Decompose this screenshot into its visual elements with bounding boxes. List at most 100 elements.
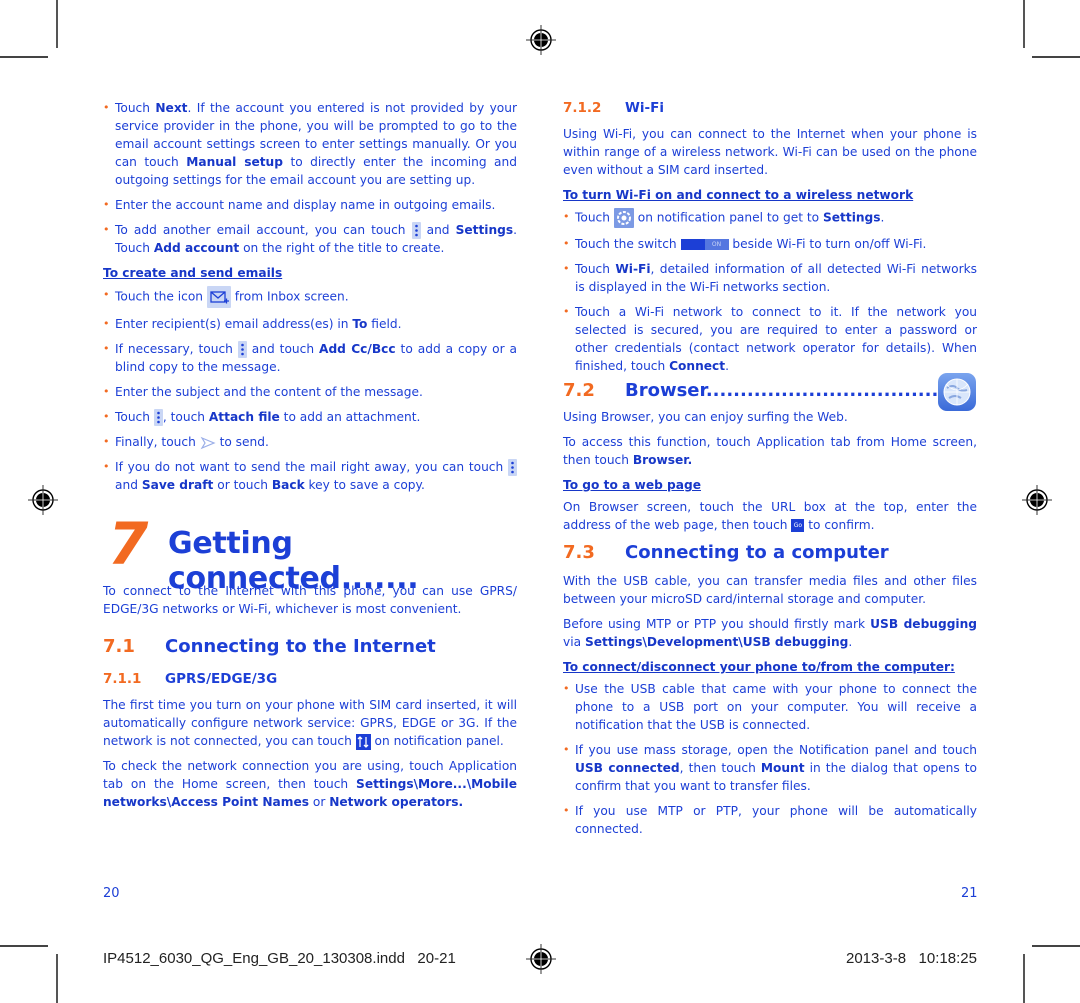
- list-item: Touch on notification panel to get to Se…: [563, 208, 977, 228]
- compose-email-icon: [206, 286, 231, 308]
- paragraph: On Browser screen, touch the URL box at …: [563, 500, 977, 532]
- menu-icon: [508, 459, 517, 476]
- bold-term: To: [352, 317, 368, 331]
- email-bullets: Touch Next. If the account you entered i…: [103, 99, 517, 257]
- bold-term: Settings\Development\USB debugging: [584, 635, 849, 649]
- bold-term: USB connected: [575, 761, 680, 775]
- section-number: 7.3: [563, 542, 595, 563]
- bold-term: Back: [271, 478, 305, 492]
- web-page-paragraph: On Browser screen, touch the URL box at …: [563, 498, 977, 534]
- paragraph: To check the network connection you are …: [103, 759, 517, 809]
- list-item: To add another email account, you can to…: [103, 221, 517, 257]
- list-item: Touch Next. If the account you entered i…: [103, 99, 517, 189]
- list-item: If necessary, touch and touch Add Cc/Bcc…: [103, 340, 517, 376]
- section-title: Connecting to the Internet: [165, 636, 436, 657]
- mobile-data-icon: [355, 733, 371, 750]
- registration-mark-icon: [1022, 485, 1052, 515]
- section-7-3-heading: 7.3 Connecting to a computer: [563, 544, 977, 562]
- list-item: Touch Wi-Fi, detailed information of all…: [563, 260, 977, 296]
- section-title: Connecting to a computer: [625, 542, 889, 563]
- bold-term: Browser.: [632, 453, 693, 467]
- section-7-1-2-heading: 7.1.2 Wi-Fi: [563, 99, 977, 117]
- file-slug: IP4512_6030_QG_Eng_GB_20_130308.indd 20-…: [103, 950, 456, 967]
- bold-term: Settings: [455, 223, 514, 237]
- chapter-heading: 7 Getting connected.......: [108, 510, 528, 596]
- section-number: 7.1.2: [563, 100, 602, 116]
- wifi-intro: Using Wi-Fi, you can connect to the Inte…: [563, 127, 977, 177]
- connect-heading: To connect/disconnect your phone to/from…: [563, 660, 955, 674]
- gprs-paragraphs: The first time you turn on your phone wi…: [103, 696, 517, 811]
- list-item: Enter recipient(s) email address(es) in …: [103, 315, 517, 333]
- paragraph: The first time you turn on your phone wi…: [103, 698, 517, 750]
- left-column-email: Touch Next. If the account you entered i…: [103, 99, 517, 501]
- paragraph: To access this function, touch Applicati…: [563, 435, 977, 467]
- list-item: Enter the subject and the content of the…: [103, 383, 517, 401]
- section-7-1-heading: 7.1 Connecting to the Internet: [103, 638, 517, 656]
- crop-mark: [1023, 0, 1025, 48]
- right-column: 7.1.2 Wi-Fi Using Wi-Fi, you can connect…: [563, 99, 977, 845]
- list-item: Touch , touch Attach file to add an atta…: [103, 408, 517, 426]
- wifi-heading: To turn Wi-Fi on and connect to a wirele…: [563, 188, 914, 202]
- list-item: If you use mass storage, open the Notifi…: [563, 741, 977, 795]
- list-item: If you do not want to send the mail righ…: [103, 458, 517, 494]
- bold-term: Network operators.: [329, 795, 464, 809]
- bold-term: Attach file: [208, 410, 280, 424]
- go-icon: Go: [791, 519, 805, 532]
- bold-term: Add Cc/Bcc: [319, 342, 396, 356]
- bold-term: Settings: [823, 210, 881, 225]
- crop-mark: [56, 954, 58, 1003]
- list-item: Use the USB cable that came with your ph…: [563, 680, 977, 734]
- section-7-2-heading: 7.2 Browser.............................…: [563, 373, 977, 411]
- menu-icon: [153, 409, 163, 426]
- crop-mark: [1032, 945, 1080, 947]
- bold-term: USB debugging: [870, 617, 978, 631]
- registration-mark-icon: [526, 25, 556, 55]
- paragraph: With the USB cable, you can transfer med…: [563, 574, 977, 606]
- section-title: Wi-Fi: [625, 100, 664, 116]
- bold-term: Mount: [760, 761, 805, 775]
- crop-mark: [1023, 954, 1025, 1003]
- connect-bullets: Use the USB cable that came with your ph…: [563, 680, 977, 838]
- list-item: Finally, touch to send.: [103, 433, 517, 451]
- crop-mark: [56, 0, 58, 48]
- registration-mark-icon: [526, 944, 556, 974]
- create-emails-bullets: Touch the icon from Inbox screen. Enter r…: [103, 286, 517, 494]
- crop-mark: [0, 945, 48, 947]
- computer-paragraphs: With the USB cable, you can transfer med…: [563, 572, 977, 651]
- section-title: Browser.................................…: [625, 380, 952, 401]
- left-column-connect: To connect to the Internet with this pho…: [103, 582, 517, 818]
- bold-term: Manual setup: [186, 155, 283, 169]
- section-7-1-1-heading: 7.1.1 GPRS/EDGE/3G: [103, 670, 517, 688]
- print-timestamp: 2013-3-8 10:18:25: [846, 950, 977, 967]
- send-icon: [200, 436, 216, 450]
- list-item: Touch the icon from Inbox screen.: [103, 286, 517, 308]
- bold-term: Add account: [153, 241, 240, 255]
- list-item: Touch the switch ON beside Wi-Fi to turn…: [563, 235, 977, 253]
- bold-term: Connect: [669, 359, 726, 373]
- page-number-left: 20: [103, 886, 120, 901]
- section-number: 7.2: [563, 380, 595, 401]
- section-title: GPRS/EDGE/3G: [165, 671, 278, 687]
- menu-icon: [411, 222, 421, 239]
- on-switch-icon: ON: [680, 239, 729, 250]
- bold-term: Save draft: [141, 478, 214, 492]
- list-item: Touch a Wi-Fi network to connect to it. …: [563, 303, 977, 375]
- menu-icon: [237, 341, 247, 358]
- browser-globe-icon: [938, 373, 976, 411]
- create-send-emails-heading: To create and send emails: [103, 266, 283, 280]
- page-number-right: 21: [961, 886, 978, 901]
- list-item: Enter the account name and display name …: [103, 196, 517, 214]
- bold-term: Wi-Fi: [615, 262, 651, 276]
- registration-mark-icon: [28, 485, 58, 515]
- crop-mark: [1032, 56, 1080, 58]
- web-page-heading: To go to a web page: [563, 478, 701, 492]
- section-number: 7.1: [103, 636, 135, 657]
- settings-icon: [613, 208, 634, 228]
- wifi-bullets: Touch on notification panel to get to Se…: [563, 208, 977, 375]
- paragraph: Before using MTP or PTP you should first…: [563, 617, 978, 649]
- crop-mark: [0, 56, 48, 58]
- bold-term: Next: [155, 101, 188, 115]
- section-number: 7.1.1: [103, 671, 142, 687]
- paragraph: Using Browser, you can enjoy surfing the…: [563, 410, 848, 424]
- list-item: If you use MTP or PTP, your phone will b…: [563, 802, 977, 838]
